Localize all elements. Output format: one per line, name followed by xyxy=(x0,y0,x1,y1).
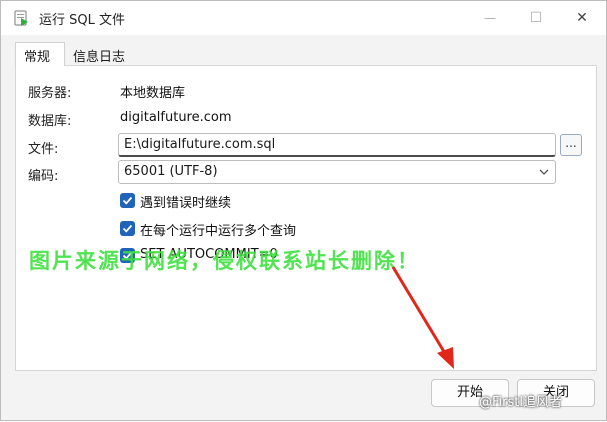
file-path-input[interactable]: E:\digitalfuture.com.sql xyxy=(118,133,556,157)
option-label: 遇到错误时继续 xyxy=(140,196,232,211)
check-icon xyxy=(122,224,133,233)
check-icon xyxy=(122,196,133,205)
credit-watermark: @Firstl追风者 xyxy=(479,395,562,410)
watermark-text: 图片来源于网络，侵权联系站长删除！ xyxy=(29,249,420,273)
run-sql-app-icon xyxy=(14,10,28,26)
chevron-down-icon xyxy=(539,169,549,175)
server-label: 服务器: xyxy=(28,86,72,101)
encoding-label: 编码: xyxy=(28,169,59,184)
database-value: digitalfuture.com xyxy=(120,110,232,125)
maximize-button[interactable]: ☐ xyxy=(513,1,559,35)
minimize-button[interactable]: — xyxy=(467,1,513,35)
tab-general[interactable]: 常规 xyxy=(15,42,65,66)
database-label: 数据库: xyxy=(28,114,72,129)
title-bar[interactable]: 运行 SQL 文件 — ☐ ✕ xyxy=(1,1,606,35)
checkbox-multiple-queries[interactable] xyxy=(120,221,135,236)
maximize-icon: ☐ xyxy=(529,10,543,26)
encoding-selected-value: 65001 (UTF-8) xyxy=(124,164,218,179)
option-label: 在每个运行中运行多个查询 xyxy=(140,224,297,239)
close-icon: ✕ xyxy=(576,10,588,26)
tab-message-log[interactable]: 信息日志 xyxy=(65,45,147,66)
server-value: 本地数据库 xyxy=(120,86,186,101)
file-label: 文件: xyxy=(28,142,59,157)
browse-file-button[interactable]: ... xyxy=(560,134,582,156)
checkbox-continue-on-error[interactable] xyxy=(120,193,135,208)
close-window-button[interactable]: ✕ xyxy=(559,1,605,35)
run-sql-file-dialog: 运行 SQL 文件 — ☐ ✕ 常规 信息日志 服务器: 本地数据库 数据库: … xyxy=(0,0,607,421)
window-title: 运行 SQL 文件 xyxy=(39,13,125,28)
minimize-icon: — xyxy=(484,11,496,25)
encoding-select[interactable]: 65001 (UTF-8) xyxy=(118,160,556,184)
general-panel: 服务器: 本地数据库 数据库: digitalfuture.com 文件: E:… xyxy=(15,65,597,371)
